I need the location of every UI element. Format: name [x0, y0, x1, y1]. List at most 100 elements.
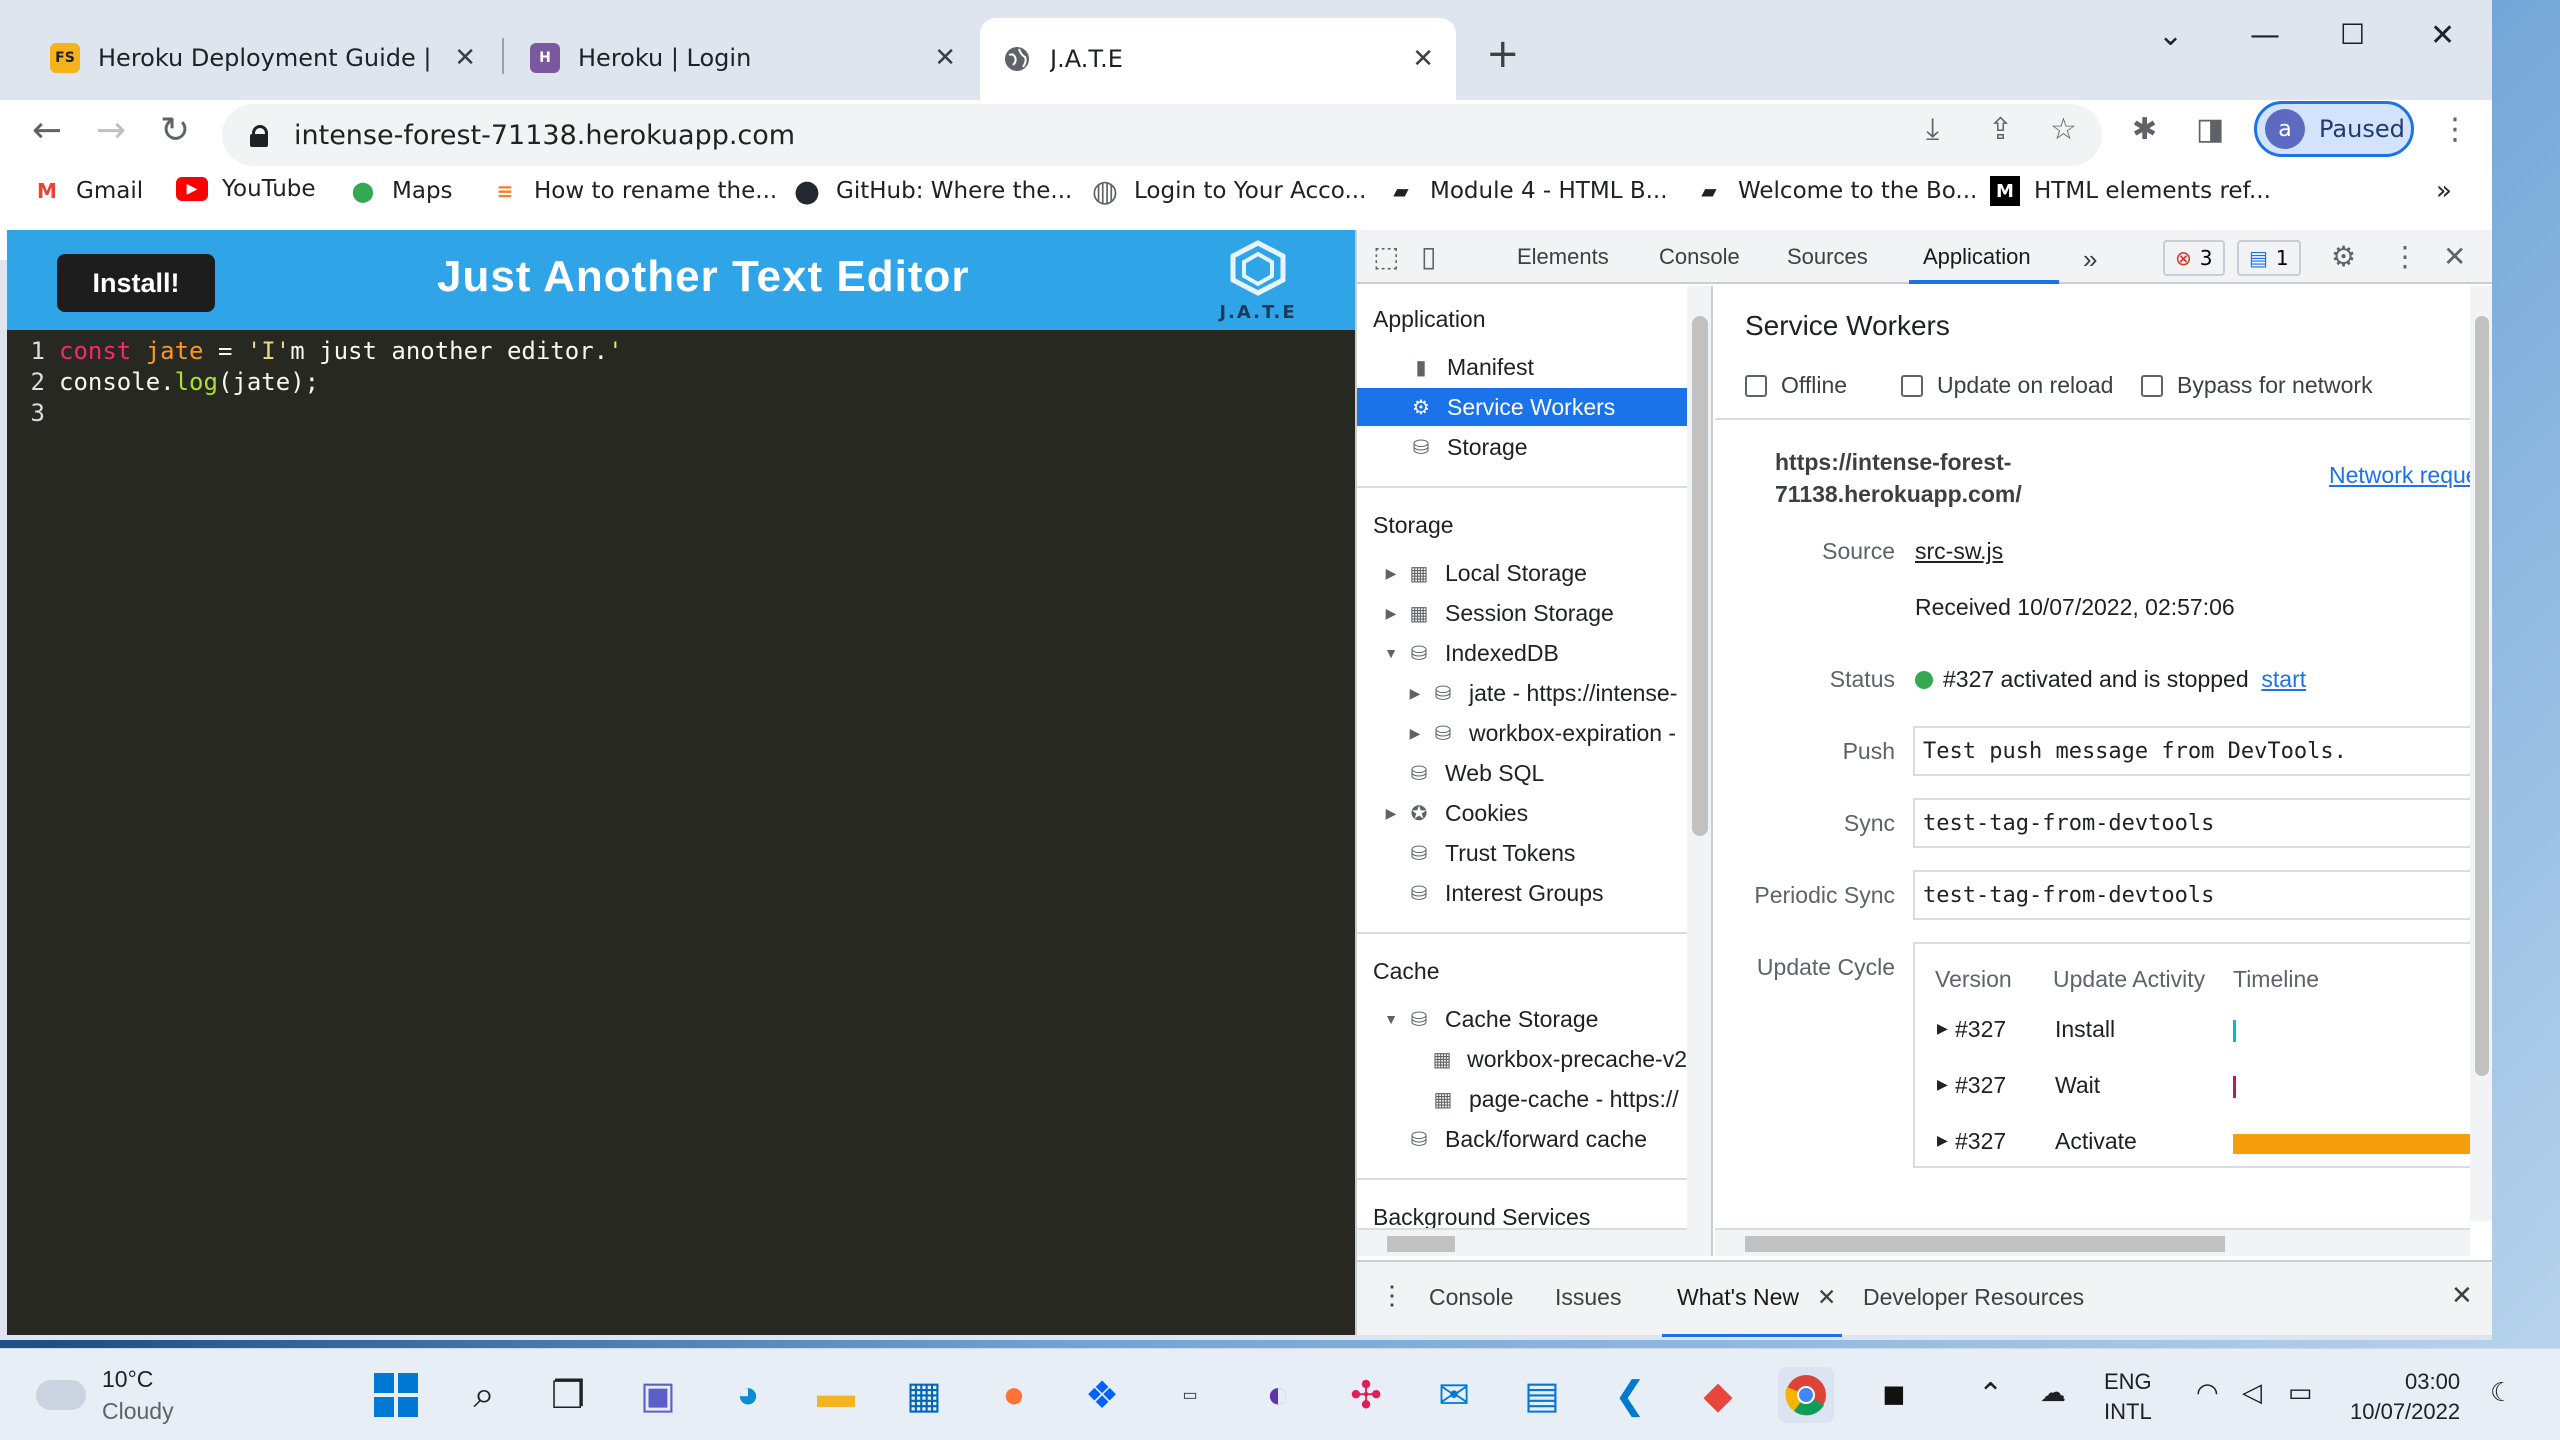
share-icon[interactable]: ⇪: [1988, 112, 2013, 147]
errors-badge[interactable]: ⊗ 3: [2163, 240, 2225, 276]
file-explorer-icon[interactable]: ▬: [808, 1367, 864, 1423]
chrome-menu-icon[interactable]: ⋮: [2440, 112, 2470, 147]
sidebar-item-local-storage[interactable]: ▶ ▦ Local Storage: [1357, 554, 1687, 592]
minimize-button[interactable]: —: [2250, 18, 2280, 53]
clock[interactable]: 03:00 10/07/2022: [2350, 1367, 2460, 1427]
amazon-icon[interactable]: ▭: [1162, 1367, 1218, 1423]
settings-gear-icon[interactable]: ⚙: [2331, 240, 2356, 273]
bookmark-star-icon[interactable]: ☆: [2050, 112, 2077, 147]
bookmark-login[interactable]: ◍ Login to Your Acco...: [1090, 174, 1367, 209]
sidebar-item-workbox-expiration[interactable]: ▶ ⛁ workbox-expiration -: [1357, 714, 1687, 752]
search-icon[interactable]: ⌕: [456, 1367, 512, 1423]
windows-start-icon[interactable]: [368, 1367, 424, 1423]
weather-widget[interactable]: 10°C Cloudy: [36, 1363, 174, 1427]
bookmark-gmail[interactable]: M Gmail: [32, 176, 143, 206]
bookmark-youtube[interactable]: ▶ YouTube: [176, 176, 316, 202]
sidebar-item-service-workers[interactable]: ⚙ Service Workers: [1357, 388, 1687, 426]
side-panel-icon[interactable]: ◨: [2196, 112, 2224, 147]
bookmark-module4[interactable]: ▰ Module 4 - HTML B...: [1386, 176, 1667, 206]
code-line[interactable]: 1 const jate = 'I' m just another editor. ': [7, 336, 623, 367]
sidebar-item-web-sql[interactable]: ⛁ Web SQL: [1357, 754, 1687, 792]
tab-sources[interactable]: Sources: [1787, 244, 1868, 270]
drawer-tab-whats-new[interactable]: What's New: [1677, 1284, 1799, 1311]
sidebar-item-session-storage[interactable]: ▶ ▦ Session Storage: [1357, 594, 1687, 632]
tab-search-icon[interactable]: ⌄: [2158, 18, 2183, 53]
onedrive-icon[interactable]: ☁: [2040, 1377, 2066, 1408]
mail-icon[interactable]: ✉: [1426, 1367, 1482, 1423]
messages-badge[interactable]: ▤ 1: [2237, 240, 2301, 276]
window-close-button[interactable]: ✕: [2430, 18, 2455, 53]
devtools-menu-icon[interactable]: ⋮: [2391, 240, 2419, 273]
sidebar-item-storage[interactable]: ⛁ Storage: [1357, 428, 1687, 466]
drawer-tab-console[interactable]: Console: [1429, 1284, 1513, 1311]
wifi-icon[interactable]: ◠: [2196, 1377, 2219, 1408]
pane-hscrollbar[interactable]: [1715, 1228, 2470, 1256]
extensions-puzzle-icon[interactable]: ✱: [2132, 112, 2157, 147]
bypass-for-network-checkbox[interactable]: Bypass for network: [2141, 372, 2373, 399]
sidebar-item-indexeddb[interactable]: ▼ ⛁ IndexedDB: [1357, 634, 1687, 672]
bookmark-stackoverflow[interactable]: ≡ How to rename the...: [490, 176, 778, 206]
tab-application[interactable]: Application: [1923, 244, 2031, 270]
inspect-element-icon[interactable]: ⬚: [1373, 240, 1399, 273]
offline-checkbox[interactable]: Offline: [1745, 372, 1847, 399]
sidebar-item-jate-db[interactable]: ▶ ⛁ jate - https://intense-: [1357, 674, 1687, 712]
bookmarks-overflow-button[interactable]: »: [2436, 176, 2452, 206]
device-toolbar-icon[interactable]: ▯: [1421, 240, 1436, 273]
more-tabs-button[interactable]: »: [2083, 244, 2097, 275]
lock-icon[interactable]: [250, 125, 268, 147]
edge-icon[interactable]: ◕: [720, 1367, 776, 1423]
sidebar-item-cache-storage[interactable]: ▼ ⛁ Cache Storage: [1357, 1000, 1687, 1038]
pane-scrollbar[interactable]: [2470, 286, 2492, 1221]
notifications-icon[interactable]: ☾: [2490, 1377, 2513, 1408]
periodic-sync-input[interactable]: test-tag-from-devtools: [1913, 870, 2470, 920]
profile-button[interactable]: a Paused: [2254, 101, 2414, 157]
reload-icon[interactable]: ↻: [160, 110, 190, 151]
sync-input[interactable]: test-tag-from-devtools: [1913, 798, 2470, 848]
update-on-reload-checkbox[interactable]: Update on reload: [1901, 372, 2113, 399]
language-indicator[interactable]: ENG INTL: [2104, 1367, 2152, 1427]
store-icon[interactable]: ▦: [896, 1367, 952, 1423]
tab-console[interactable]: Console: [1659, 244, 1740, 270]
drawer-tab-issues[interactable]: Issues: [1555, 1284, 1621, 1311]
source-link[interactable]: src-sw.js: [1915, 538, 2003, 565]
close-icon[interactable]: ✕: [1817, 1284, 1836, 1311]
tab-jate[interactable]: J.A.T.E ✕: [980, 18, 1456, 100]
push-input[interactable]: Test push message from DevTools.: [1913, 726, 2470, 776]
new-tab-button[interactable]: +: [1486, 34, 1520, 74]
bookmark-welcome[interactable]: ▰ Welcome to the Bo...: [1694, 176, 1977, 206]
bookmark-maps[interactable]: ⬤ Maps: [348, 176, 453, 206]
gitkraken-icon[interactable]: ◆: [1690, 1367, 1746, 1423]
close-icon[interactable]: ✕: [934, 43, 956, 73]
network-requests-link[interactable]: Network requests: [2329, 462, 2470, 489]
chrome-icon[interactable]: [1778, 1367, 1834, 1423]
firefox-icon[interactable]: ●: [986, 1367, 1042, 1423]
sidebar-item-bfcache[interactable]: ⛁ Back/forward cache: [1357, 1120, 1687, 1158]
tab-elements[interactable]: Elements: [1517, 244, 1609, 270]
drawer-tab-developer-resources[interactable]: Developer Resources: [1863, 1284, 2084, 1311]
task-view-icon[interactable]: ❐: [540, 1367, 596, 1423]
bookmark-mdn[interactable]: M HTML elements ref...: [1990, 176, 2271, 206]
code-editor[interactable]: 1 const jate = 'I' m just another editor. '…: [7, 336, 623, 429]
install-button[interactable]: Install!: [57, 254, 215, 312]
close-devtools-icon[interactable]: ✕: [2443, 240, 2466, 273]
sidebar-item-trust-tokens[interactable]: ⛁ Trust Tokens: [1357, 834, 1687, 872]
table-row[interactable]: ▶ #327 Install: [1915, 1006, 2470, 1062]
tab-heroku-login[interactable]: H Heroku | Login ✕: [508, 22, 978, 94]
moon-app-icon[interactable]: ◐: [1250, 1367, 1306, 1423]
sidebar-item-manifest[interactable]: ▮ Manifest: [1357, 348, 1687, 386]
close-icon[interactable]: ✕: [1412, 44, 1434, 74]
install-app-icon[interactable]: ⤓: [1926, 112, 1939, 147]
sidebar-item-interest-groups[interactable]: ⛁ Interest Groups: [1357, 874, 1687, 912]
show-hidden-icons[interactable]: ⌃: [1978, 1377, 2003, 1412]
code-line[interactable]: 2 console. log (jate);: [7, 367, 623, 398]
drawer-menu-icon[interactable]: ⋮: [1379, 1280, 1405, 1311]
teams-chat-icon[interactable]: ▣: [630, 1367, 686, 1423]
sidebar-item-workbox-precache[interactable]: ▦ workbox-precache-v2: [1357, 1040, 1687, 1078]
start-link[interactable]: start: [2261, 666, 2306, 692]
notepad-icon[interactable]: ▤: [1514, 1367, 1570, 1423]
close-drawer-icon[interactable]: ✕: [2451, 1280, 2473, 1311]
sidebar-hscrollbar[interactable]: [1357, 1228, 1687, 1256]
address-bar[interactable]: intense-forest-71138.herokuapp.com: [222, 104, 2102, 166]
volume-icon[interactable]: ◁: [2242, 1377, 2262, 1408]
forward-arrow-icon[interactable]: →: [96, 110, 126, 151]
